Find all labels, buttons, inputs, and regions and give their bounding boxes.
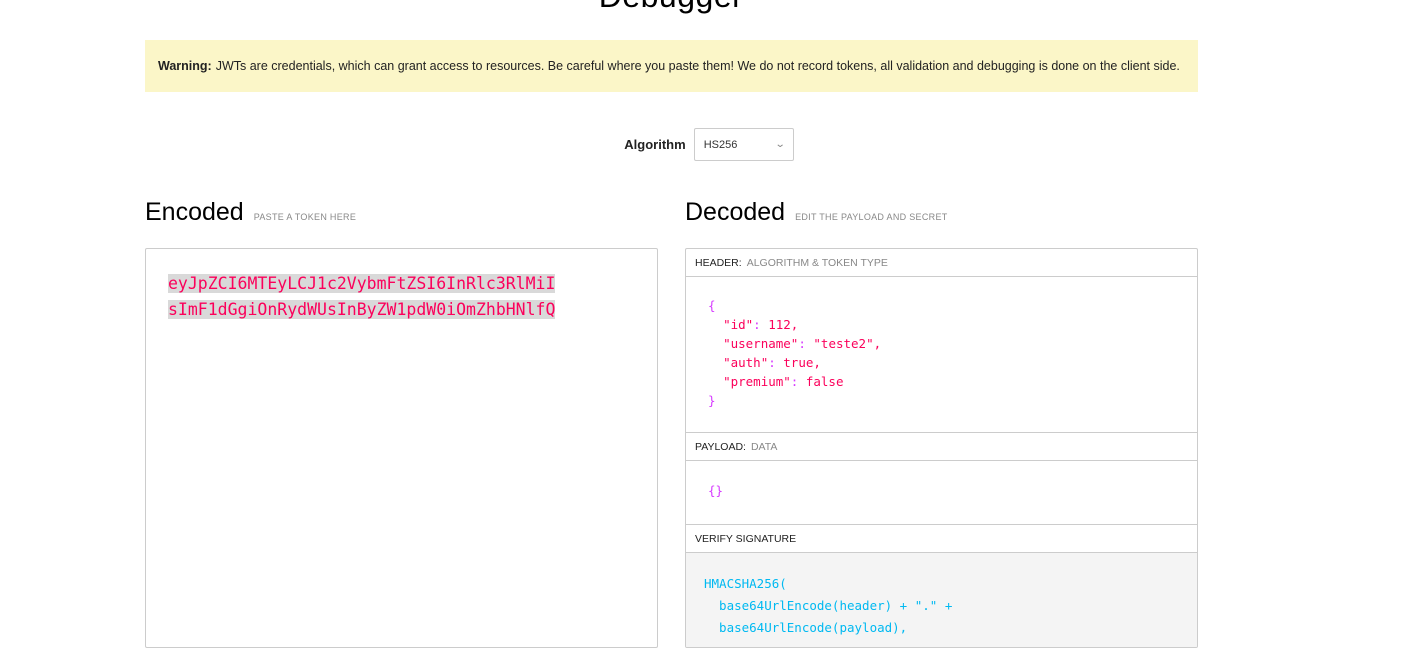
json-line: "auth": true, xyxy=(723,355,821,370)
algorithm-select[interactable]: HS256 ⌄ xyxy=(693,128,794,161)
chevron-down-icon: ⌄ xyxy=(775,139,786,150)
algorithm-label: Algorithm xyxy=(624,137,686,152)
json-line: "id": 112, xyxy=(723,317,799,332)
signature-line: base64UrlEncode(header) + "." + xyxy=(704,598,953,613)
payload-section-sub: DATA xyxy=(750,440,778,453)
warning-label: Warning: xyxy=(158,59,212,73)
warning-banner: Warning: JWTs are credentials, which can… xyxy=(145,40,1198,92)
signature-editor[interactable]: HMACSHA256( base64UrlEncode(header) + ".… xyxy=(686,553,1197,647)
decoded-heading: Decoded EDIT THE PAYLOAD AND SECRET xyxy=(685,198,948,227)
encoded-token-text[interactable]: eyJpZCI6MTEyLCJ1c2VybmFtZSI6InRlc3RlMiI … xyxy=(168,271,592,323)
signature-line: base64UrlEncode(payload), xyxy=(704,620,908,635)
header-section-sub: ALGORITHM & TOKEN TYPE xyxy=(746,256,888,269)
algorithm-selected-value: HS256 xyxy=(703,138,738,151)
algorithm-row: Algorithm HS256 ⌄ xyxy=(0,128,1342,161)
decoded-panel: HEADER: ALGORITHM & TOKEN TYPE { "id": 1… xyxy=(685,248,1198,648)
encoded-heading: Encoded PASTE A TOKEN HERE xyxy=(145,198,356,227)
payload-section-title: PAYLOAD: DATA xyxy=(686,433,1197,461)
encoded-hint: PASTE A TOKEN HERE xyxy=(253,212,357,222)
json-line: "username": "teste2", xyxy=(723,336,882,351)
signature-section-label: VERIFY SIGNATURE xyxy=(695,532,797,545)
token-line-1: eyJpZCI6MTEyLCJ1c2VybmFtZSI6InRlc3RlMiI xyxy=(168,274,556,293)
payload-json-editor[interactable]: {} xyxy=(686,461,1197,525)
signature-section-title: VERIFY SIGNATURE xyxy=(686,525,1197,553)
payload-section-label: PAYLOAD: xyxy=(695,440,746,453)
signature-line: HMACSHA256( xyxy=(704,576,787,591)
json-open-brace: { xyxy=(708,298,716,313)
json-close-brace: } xyxy=(708,393,716,408)
encoded-token-editor[interactable]: eyJpZCI6MTEyLCJ1c2VybmFtZSI6InRlc3RlMiI … xyxy=(145,248,658,648)
header-section-label: HEADER: xyxy=(695,256,742,269)
decoded-title: Decoded xyxy=(685,198,786,226)
decoded-hint: EDIT THE PAYLOAD AND SECRET xyxy=(795,212,948,222)
header-json-editor[interactable]: { "id": 112, "username": "teste2", "auth… xyxy=(686,277,1197,433)
token-line-2: sImF1dGgiOnRydWUsInByZW1pdW0iOmZhbHNlfQ xyxy=(168,300,556,319)
page-title: Debugger xyxy=(0,0,1342,15)
json-line: "premium": false xyxy=(723,374,844,389)
payload-json-text: {} xyxy=(708,483,724,498)
header-section-title: HEADER: ALGORITHM & TOKEN TYPE xyxy=(686,249,1197,277)
warning-text: JWTs are credentials, which can grant ac… xyxy=(215,59,1180,73)
encoded-title: Encoded xyxy=(145,198,244,226)
